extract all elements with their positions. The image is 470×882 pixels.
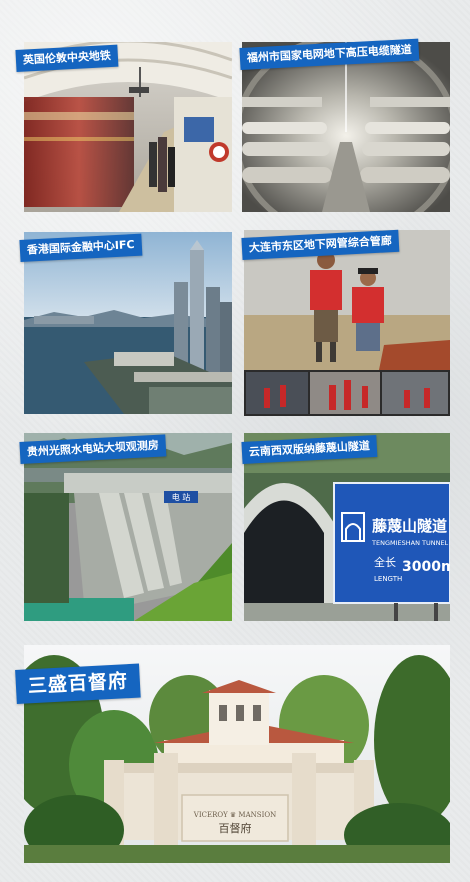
tunnel-sign-length-value: 3000m: [402, 559, 450, 575]
gate-text-en: VICEROY ♛ MANSION: [193, 811, 276, 819]
tunnel-sign-pinyin: TENGMIESHAN TUNNEL: [371, 539, 449, 547]
tunnel-sign-length-cn: 全长: [374, 555, 396, 569]
tunnel-sign-length-en: LENGTH: [374, 575, 402, 583]
dam-sign-text: 电 站: [172, 492, 191, 502]
gate-text-cn: 百督府: [219, 821, 252, 835]
tunnel-sign-cn: 藤蔑山隧道: [372, 517, 447, 535]
caption-viceroy-mansion: 三盛百督府: [15, 663, 141, 704]
